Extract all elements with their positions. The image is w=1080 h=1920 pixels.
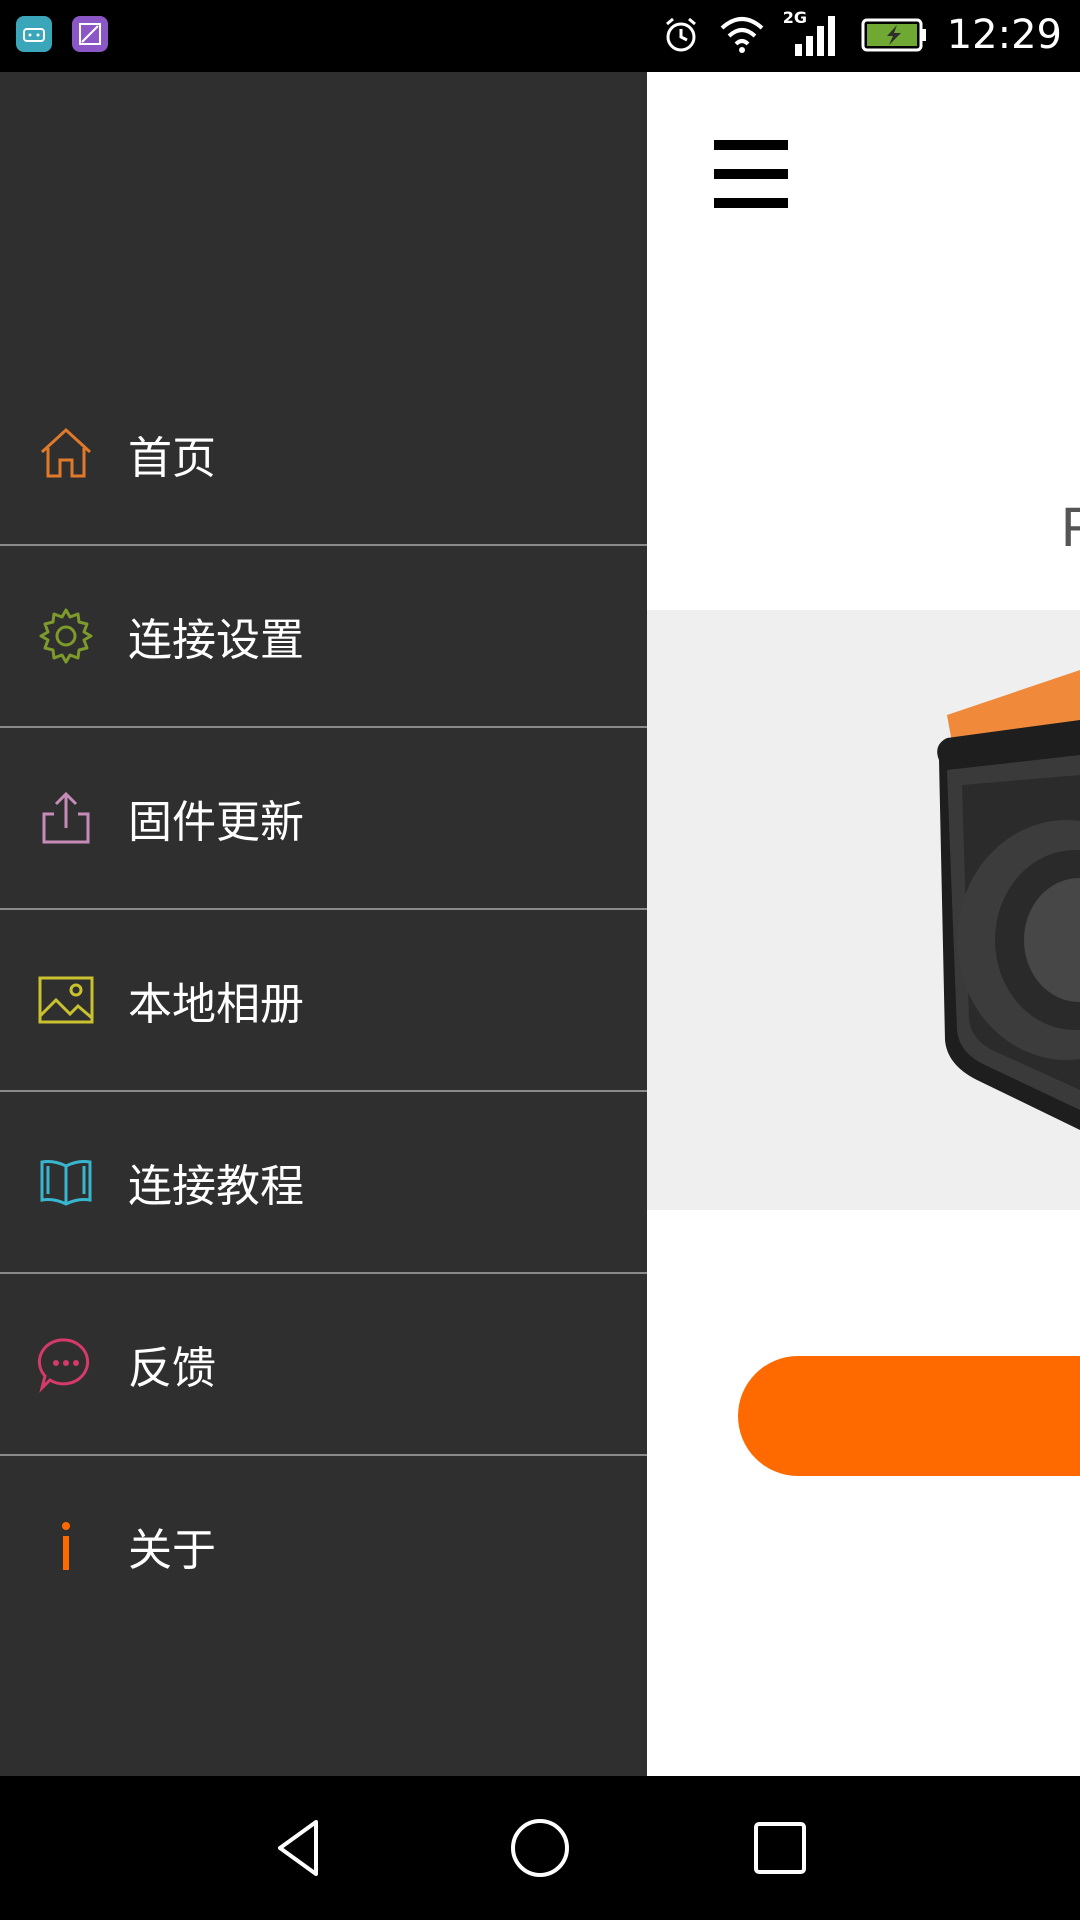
drawer-item-connection-tutorial[interactable]: 连接教程 <box>0 1092 647 1274</box>
drawer-item-home[interactable]: 首页 <box>0 364 647 546</box>
notification-icons <box>16 16 108 52</box>
drawer-item-firmware-update[interactable]: 固件更新 <box>0 728 647 910</box>
back-icon[interactable] <box>264 1812 336 1884</box>
drawer-menu: 首页 连接设置 固件更新 本地相册 连接教程 反馈 关于 <box>0 364 647 1636</box>
drawer-item-label: 连接设置 <box>128 615 304 666</box>
drawer-item-about[interactable]: 关于 <box>0 1456 647 1636</box>
drawer-item-label: 连接教程 <box>128 1161 304 1212</box>
background-app: F <box>647 72 1080 1776</box>
navigation-drawer: 首页 连接设置 固件更新 本地相册 连接教程 反馈 关于 <box>0 72 647 1776</box>
book-icon <box>40 1160 92 1206</box>
drawer-item-feedback[interactable]: 反馈 <box>0 1274 647 1456</box>
drawer-item-label: 反馈 <box>128 1343 216 1394</box>
info-icon <box>62 1522 70 1570</box>
drawer-item-local-album[interactable]: 本地相册 <box>0 910 647 1092</box>
signal-icon: 2G <box>783 8 843 58</box>
home-circle-icon[interactable] <box>504 1812 576 1884</box>
drawer-item-connection-settings[interactable]: 连接设置 <box>0 546 647 728</box>
recents-icon[interactable] <box>744 1812 816 1884</box>
image-icon <box>38 976 94 1024</box>
battery-charging-icon <box>861 18 926 52</box>
camera-product-image <box>647 610 1080 1210</box>
clock: 12:29 <box>946 12 1062 58</box>
upload-icon <box>42 791 90 844</box>
alarm-icon <box>665 17 696 52</box>
system-navigation-bar <box>0 1776 1080 1920</box>
status-bar: 2G 12:29 <box>0 0 1080 72</box>
gallery-icon <box>72 16 108 52</box>
system-icons: 2G 12:29 <box>661 8 1062 58</box>
drawer-item-label: 本地相册 <box>128 979 304 1030</box>
gear-icon <box>39 608 93 664</box>
partial-title-text: F <box>1061 495 1080 558</box>
android-icon <box>16 16 52 52</box>
wifi-icon <box>720 17 764 53</box>
drawer-item-label: 首页 <box>128 433 216 484</box>
primary-action-button[interactable] <box>738 1356 1080 1476</box>
drawer-item-label: 固件更新 <box>128 797 304 848</box>
drawer-item-label: 关于 <box>128 1525 216 1576</box>
home-icon <box>40 427 92 478</box>
screen: 2G 12:29 F 首页 连接设置 固件更新 本地相册 连接教程 反馈 关于 <box>0 0 1080 1920</box>
hamburger-menu-icon[interactable] <box>714 140 788 208</box>
chat-icon <box>37 1338 90 1393</box>
